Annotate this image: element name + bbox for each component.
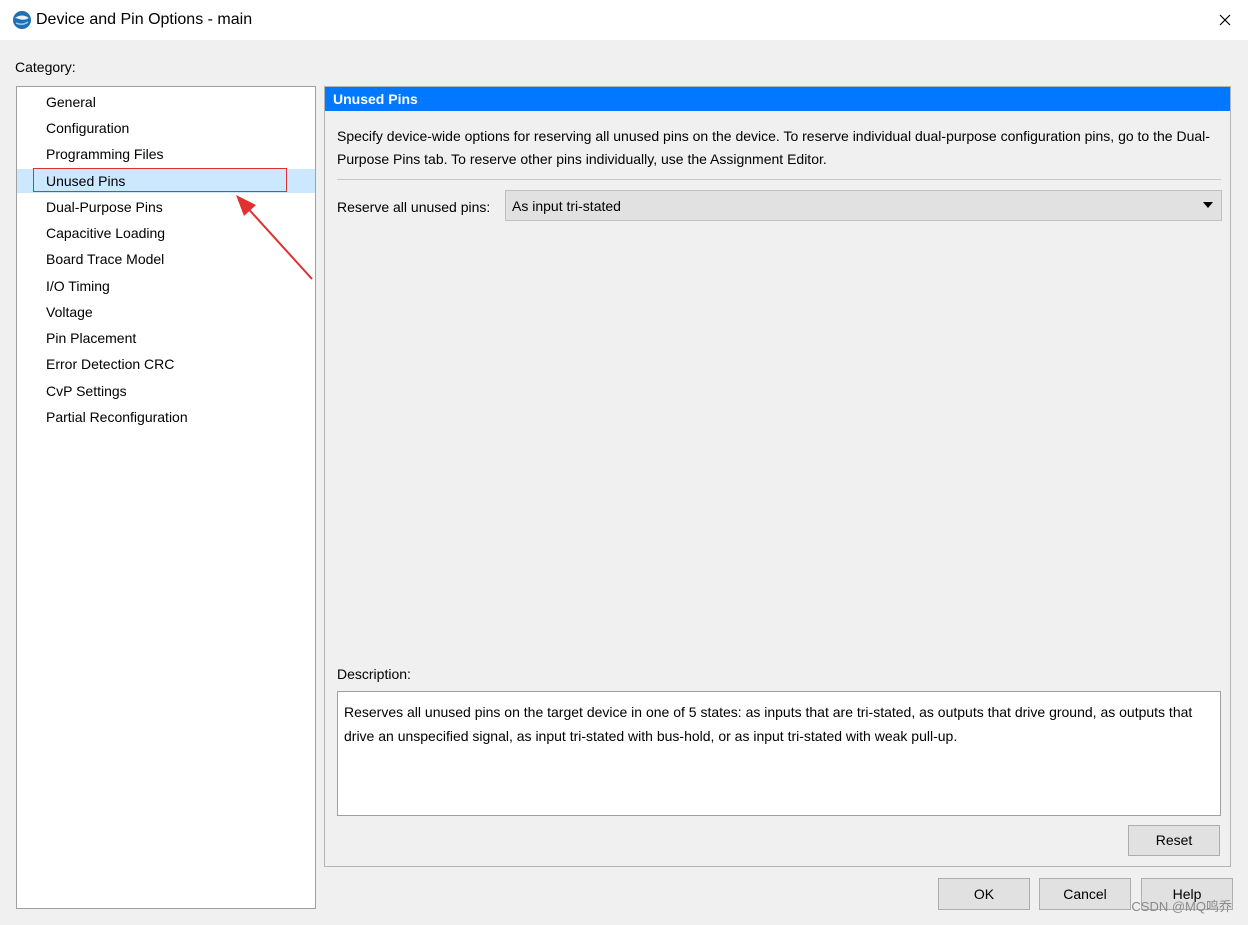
category-item-configuration[interactable]: Configuration (17, 116, 315, 140)
category-label: Category: (15, 59, 76, 75)
close-icon (1219, 14, 1231, 26)
category-item-error-detection-crc[interactable]: Error Detection CRC (17, 352, 315, 376)
options-panel: Unused Pins Specify device-wide options … (324, 86, 1231, 867)
category-item-partial-reconfiguration[interactable]: Partial Reconfiguration (17, 405, 315, 429)
category-item-pin-placement[interactable]: Pin Placement (17, 326, 315, 350)
title-bar: Device and Pin Options - main (0, 0, 1248, 40)
category-item-voltage[interactable]: Voltage (17, 300, 315, 324)
divider (337, 179, 1221, 180)
reserve-unused-pins-label: Reserve all unused pins: (337, 199, 491, 215)
window-title: Device and Pin Options - main (36, 11, 253, 28)
quartus-globe-icon (13, 11, 31, 29)
description-label: Description: (337, 666, 411, 682)
category-item-general[interactable]: General (17, 90, 315, 114)
category-item-cvp-settings[interactable]: CvP Settings (17, 379, 315, 403)
chevron-down-icon (1203, 202, 1213, 208)
watermark: CSDN @MQ鸣乔 (1131, 899, 1232, 914)
panel-title: Unused Pins (325, 87, 1230, 111)
reserve-unused-pins-select[interactable]: As input tri-stated (505, 190, 1222, 221)
cancel-button[interactable]: Cancel (1039, 878, 1131, 910)
annotation-arrow-icon (236, 195, 313, 280)
description-text: Reserves all unused pins on the target d… (337, 691, 1221, 816)
reserve-unused-pins-value: As input tri-stated (512, 198, 621, 214)
close-button[interactable] (1202, 0, 1248, 40)
panel-description: Specify device-wide options for reservin… (337, 128, 1210, 167)
category-item-programming-files[interactable]: Programming Files (17, 142, 315, 166)
reset-button[interactable]: Reset (1128, 825, 1220, 856)
ok-button[interactable]: OK (938, 878, 1030, 910)
